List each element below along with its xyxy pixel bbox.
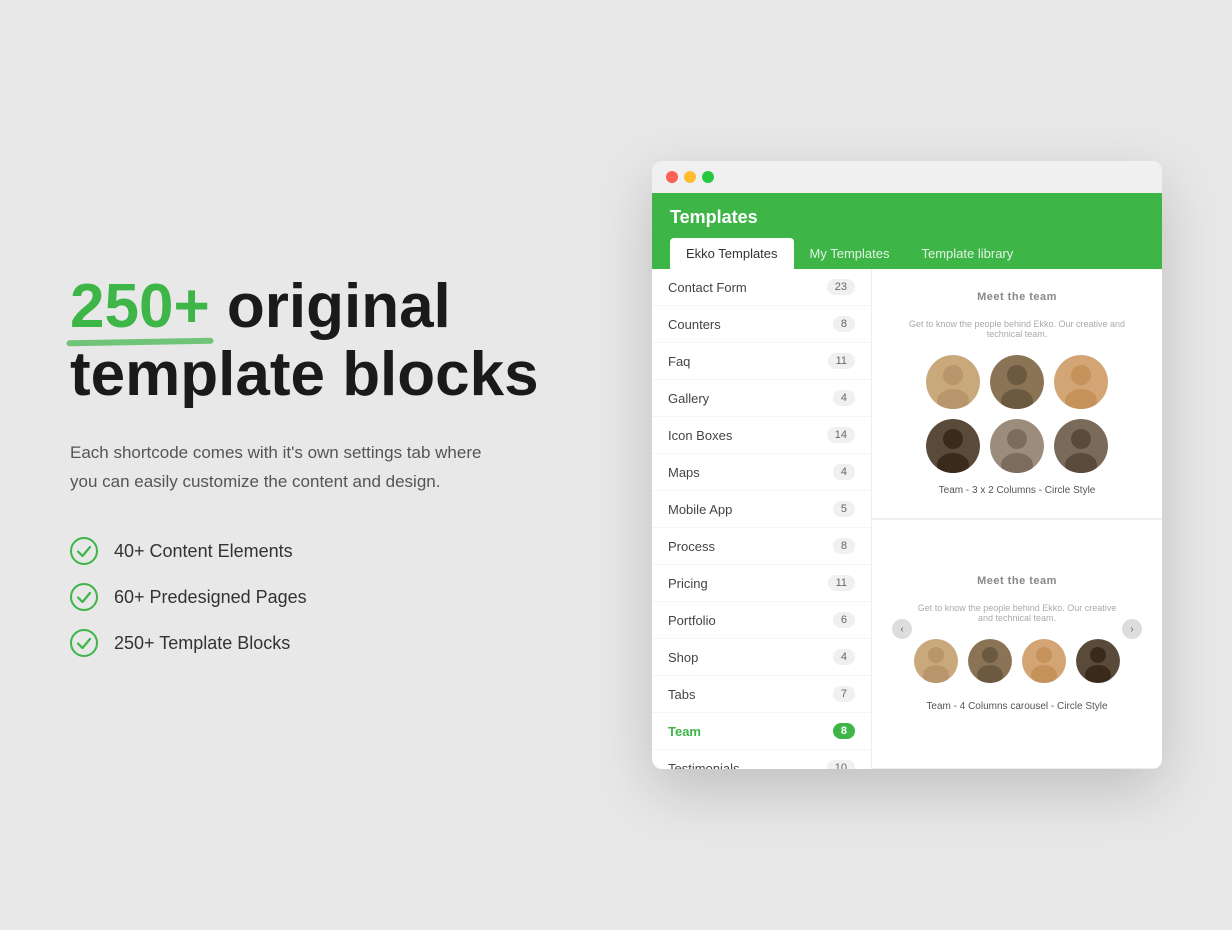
titlebar-maximize-dot[interactable]: [702, 171, 714, 183]
next-arrow[interactable]: ›: [1122, 619, 1142, 639]
preview-card-1[interactable]: Meet the team Get to know the people beh…: [872, 269, 1162, 519]
right-panel: Templates Ekko Templates My Templates Te…: [652, 161, 1162, 769]
tab-my-templates[interactable]: My Templates: [794, 238, 906, 269]
preview-card-2[interactable]: ‹ Meet the team Get to know the people b…: [872, 519, 1162, 770]
feature-item-3: 250+ Template Blocks: [70, 629, 610, 657]
tab-ekko-templates[interactable]: Ekko Templates: [670, 238, 794, 269]
list-item-process[interactable]: Process 8: [652, 528, 871, 565]
feature-item-2: 60+ Predesigned Pages: [70, 583, 610, 611]
avatar-3: [1054, 355, 1108, 409]
preview-card-2-subtitle: Get to know the people behind Ekko. Our …: [912, 603, 1122, 623]
preview-card-1-label: Team - 3 x 2 Columns - Circle Style: [939, 485, 1096, 496]
tab-template-library[interactable]: Template library: [906, 238, 1030, 269]
avatar-grid-1: [926, 355, 1108, 473]
list-item-maps[interactable]: Maps 4: [652, 454, 871, 491]
app-header: Templates Ekko Templates My Templates Te…: [652, 193, 1162, 269]
list-item-team[interactable]: Team 8: [652, 713, 871, 750]
template-preview: Meet the team Get to know the people beh…: [872, 269, 1162, 769]
feature-label-2: 60+ Predesigned Pages: [114, 587, 307, 608]
list-item-tabs[interactable]: Tabs 7: [652, 676, 871, 713]
list-item-shop[interactable]: Shop 4: [652, 639, 871, 676]
feature-label-1: 40+ Content Elements: [114, 541, 293, 562]
preview-card-2-title: Meet the team: [977, 575, 1057, 587]
headline: 250+ original template blocks: [70, 273, 610, 409]
avatar-c2-1: [914, 639, 958, 683]
avatar-6: [1054, 419, 1108, 473]
list-item-counters[interactable]: Counters 8: [652, 306, 871, 343]
avatar-c2-3: [1022, 639, 1066, 683]
left-panel: 250+ original template blocks Each short…: [70, 273, 610, 657]
list-item-gallery[interactable]: Gallery 4: [652, 380, 871, 417]
list-item-contact[interactable]: Contact Form 23: [652, 269, 871, 306]
list-item-pricing[interactable]: Pricing 11: [652, 565, 871, 602]
titlebar-minimize-dot[interactable]: [684, 171, 696, 183]
avatar-5: [990, 419, 1044, 473]
check-icon-3: [70, 629, 98, 657]
app-body: Contact Form 23 Counters 8 Faq 11 Galler…: [652, 269, 1162, 769]
avatar-c2-2: [968, 639, 1012, 683]
list-item-mobileapp[interactable]: Mobile App 5: [652, 491, 871, 528]
check-icon-2: [70, 583, 98, 611]
avatar-1: [926, 355, 980, 409]
list-item-iconboxes[interactable]: Icon Boxes 14: [652, 417, 871, 454]
app-tabs: Ekko Templates My Templates Template lib…: [670, 238, 1144, 269]
titlebar-close-dot[interactable]: [666, 171, 678, 183]
subtitle: Each shortcode comes with it's own setti…: [70, 439, 500, 497]
preview-card-1-title: Meet the team: [977, 291, 1057, 303]
list-item-portfolio[interactable]: Portfolio 6: [652, 602, 871, 639]
preview-card-2-label: Team - 4 Columns carousel - Circle Style: [926, 701, 1107, 712]
list-item-faq[interactable]: Faq 11: [652, 343, 871, 380]
list-item-testimonials[interactable]: Testimonials 10: [652, 750, 871, 769]
window-titlebar: [652, 161, 1162, 193]
avatar-grid-2: [914, 639, 1120, 683]
preview-card-1-subtitle: Get to know the people behind Ekko. Our …: [892, 319, 1142, 339]
headline-number: 250+: [70, 273, 210, 341]
app-window: Templates Ekko Templates My Templates Te…: [652, 161, 1162, 769]
avatar-4: [926, 419, 980, 473]
prev-arrow[interactable]: ‹: [892, 619, 912, 639]
feature-label-3: 250+ Template Blocks: [114, 633, 290, 654]
features-list: 40+ Content Elements 60+ Predesigned Pag…: [70, 537, 610, 657]
avatar-2: [990, 355, 1044, 409]
avatar-c2-4: [1076, 639, 1120, 683]
app-title: Templates: [670, 207, 1144, 228]
feature-item-1: 40+ Content Elements: [70, 537, 610, 565]
template-list: Contact Form 23 Counters 8 Faq 11 Galler…: [652, 269, 872, 769]
check-icon-1: [70, 537, 98, 565]
